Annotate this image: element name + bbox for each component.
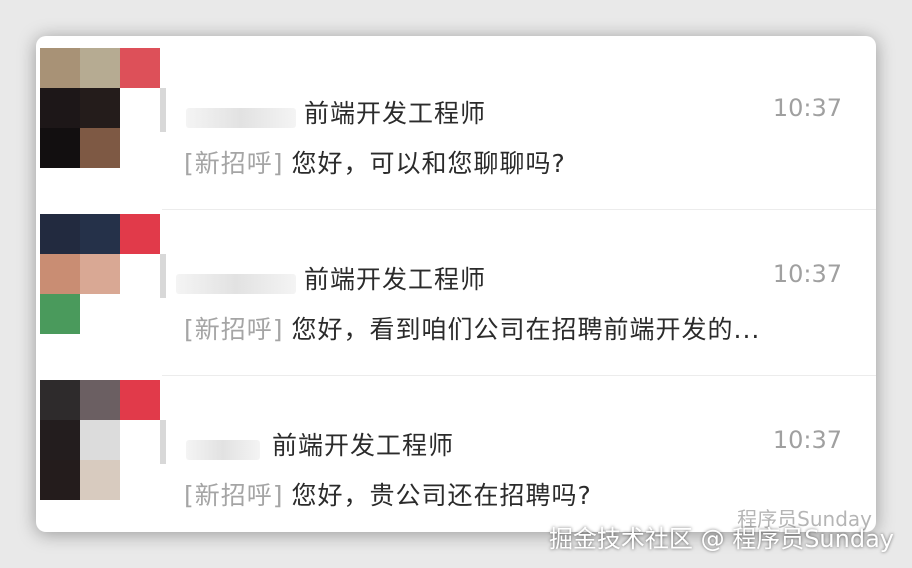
message-time: 10:37: [772, 94, 842, 122]
avatar-pixel: [80, 88, 120, 128]
avatar[interactable]: [40, 380, 160, 500]
chat-list-card: 前端开发工程师 10:37 [新招呼] 您好，可以和您聊聊吗? 前端开发工程师 1…: [36, 36, 876, 532]
avatar-pixel: [40, 420, 80, 460]
avatar-pixel: [40, 294, 80, 334]
message-text: 您好，可以和您聊聊吗?: [291, 149, 566, 178]
avatar-pixel: [80, 214, 120, 254]
new-greeting-tag: [新招呼]: [184, 315, 284, 344]
message-preview: [新招呼] 您好，看到咱们公司在招聘前端开发的...: [184, 310, 760, 346]
avatar-pixel: [120, 254, 160, 294]
conversation-item[interactable]: 前端开发工程师 10:37 [新招呼] 您好，看到咱们公司在招聘前端开发的...: [36, 210, 876, 376]
blurred-name: [176, 274, 296, 294]
avatar-pixel: [40, 128, 80, 168]
avatar-pixel: [120, 128, 160, 168]
job-title: 前端开发工程师: [272, 431, 455, 460]
avatar-pixel: [40, 88, 80, 128]
job-title: 前端开发工程师: [304, 265, 487, 294]
watermark: 掘金技术社区 @ 程序员Sunday: [548, 525, 894, 553]
new-greeting-tag: [新招呼]: [184, 149, 284, 178]
avatar-pixel: [80, 460, 120, 500]
blurred-edge: [160, 420, 166, 464]
avatar-pixel: [120, 460, 160, 500]
avatar-pixel: [120, 380, 160, 420]
avatar-pixel: [40, 214, 80, 254]
avatar-pixel: [40, 380, 80, 420]
avatar-pixel: [80, 48, 120, 88]
conversation-item[interactable]: 前端开发工程师 10:37 [新招呼] 您好，可以和您聊聊吗?: [36, 44, 876, 210]
avatar[interactable]: [40, 48, 160, 168]
avatar-pixel: [80, 254, 120, 294]
blurred-edge: [160, 254, 166, 298]
avatar[interactable]: [40, 214, 160, 334]
message-preview: [新招呼] 您好，贵公司还在招聘吗?: [184, 476, 592, 512]
blurred-name: [186, 108, 296, 128]
blurred-name: [186, 440, 260, 460]
avatar-pixel: [40, 48, 80, 88]
avatar-pixel: [80, 294, 120, 334]
avatar-pixel: [80, 420, 120, 460]
avatar-pixel: [120, 420, 160, 460]
avatar-pixel: [80, 380, 120, 420]
message-preview: [新招呼] 您好，可以和您聊聊吗?: [184, 144, 566, 180]
avatar-pixel: [40, 460, 80, 500]
job-title: 前端开发工程师: [304, 99, 487, 128]
blurred-edge: [160, 88, 166, 132]
avatar-pixel: [120, 48, 160, 88]
avatar-pixel: [40, 254, 80, 294]
avatar-pixel: [120, 88, 160, 128]
message-time: 10:37: [772, 426, 842, 454]
new-greeting-tag: [新招呼]: [184, 481, 284, 510]
message-time: 10:37: [772, 260, 842, 288]
avatar-pixel: [120, 214, 160, 254]
message-text: 您好，看到咱们公司在招聘前端开发的...: [291, 315, 761, 344]
avatar-pixel: [80, 128, 120, 168]
message-text: 您好，贵公司还在招聘吗?: [291, 481, 592, 510]
avatar-pixel: [120, 294, 160, 334]
